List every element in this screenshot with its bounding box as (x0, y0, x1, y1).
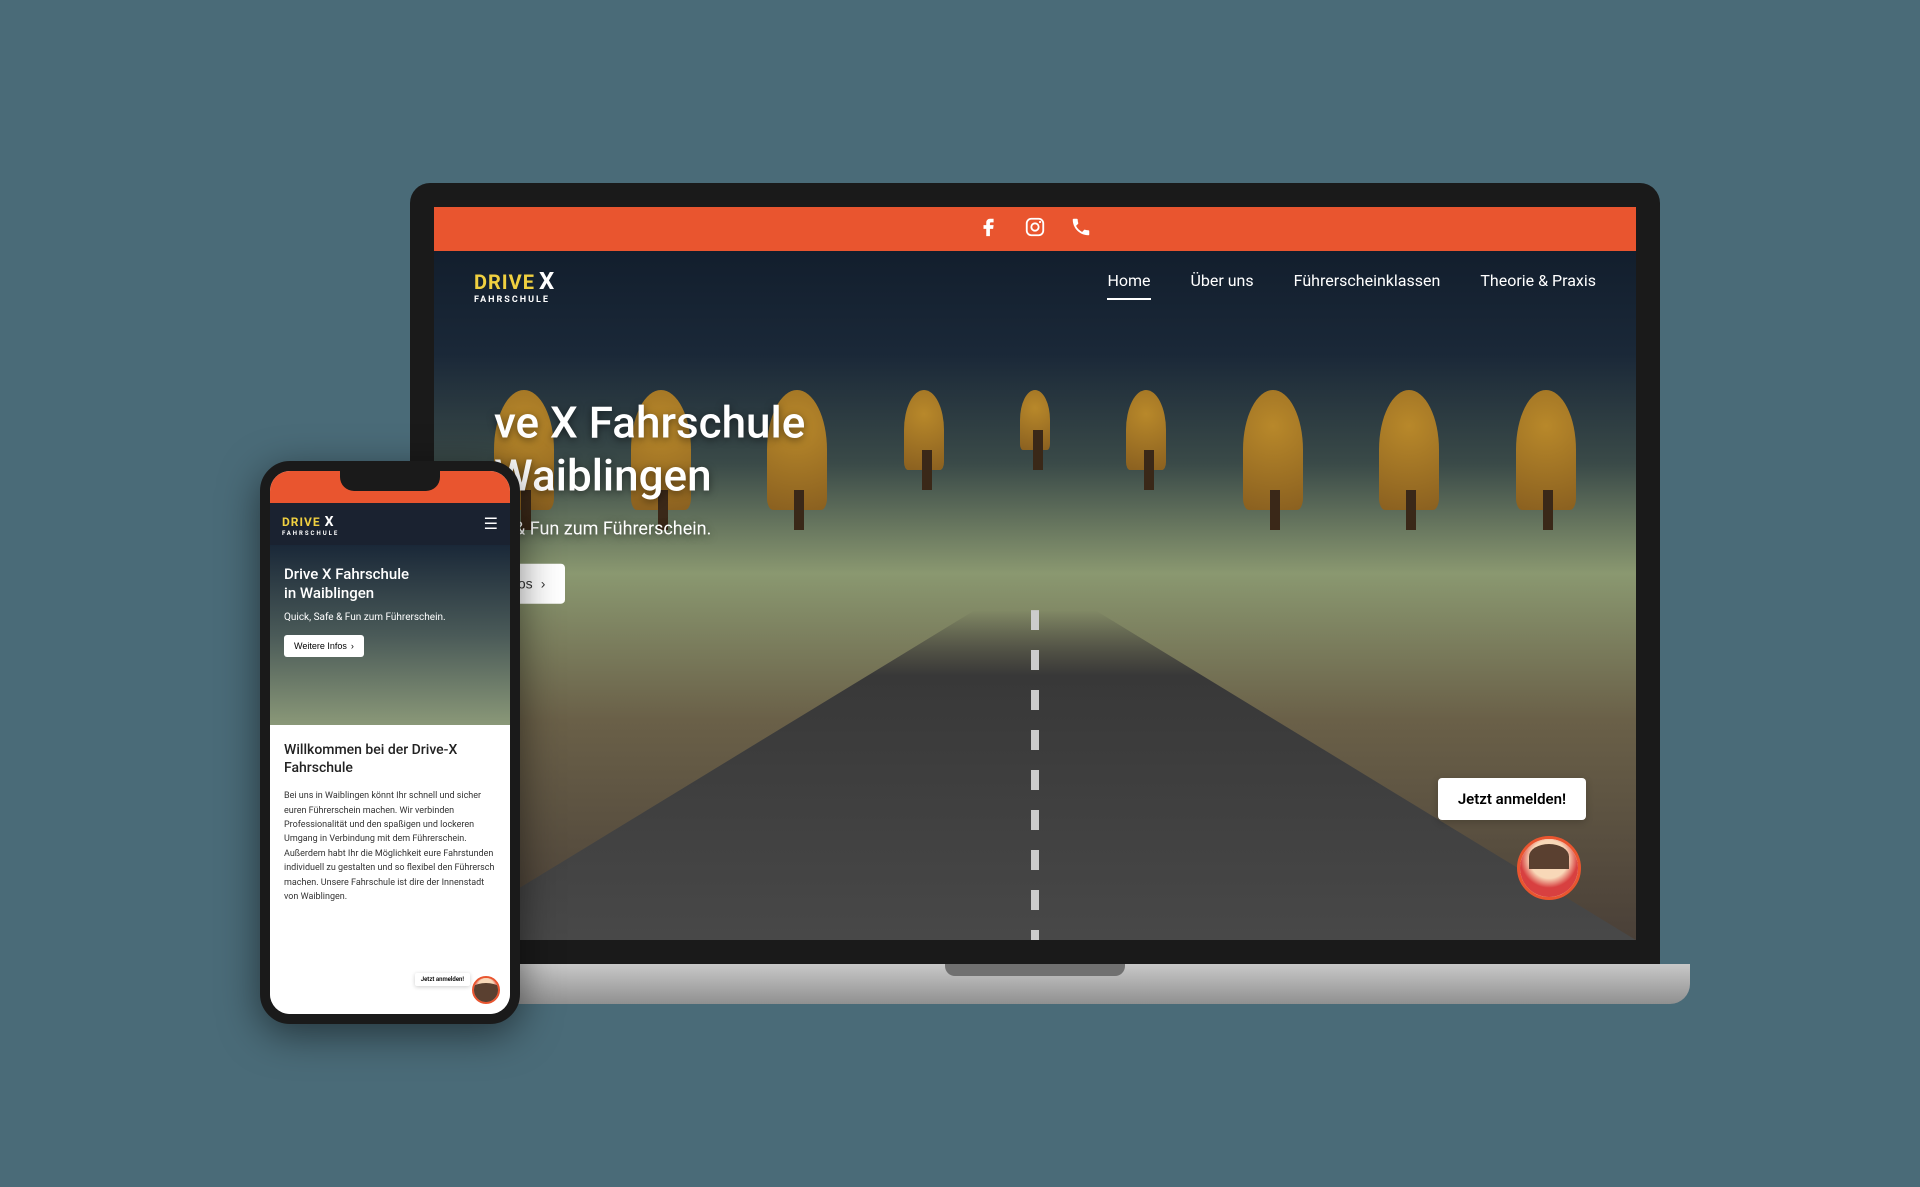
chevron-right-icon: › (541, 575, 546, 591)
chat-bubble[interactable]: Jetzt anmelden! (1438, 778, 1586, 820)
mobile-website: DRIVE X FAHRSCHULE ☰ Drive X Fahrschule i… (270, 471, 510, 1014)
mobile-welcome-section: Willkommen bei der Drive-X Fahrschule Be… (270, 725, 510, 1014)
nav-links: Home Über uns Führerscheinklassen Theori… (1107, 271, 1596, 300)
mobile-hero-title-line2: in Waiblingen (284, 584, 374, 602)
chat-avatar-icon[interactable] (1517, 836, 1581, 900)
hero-title: ve X Fahrschule Waiblingen (494, 397, 805, 503)
logo[interactable]: DRIVEX FAHRSCHULE (474, 267, 554, 305)
hero-subtitle: fe & Fun zum Führerschein. (494, 518, 805, 539)
chevron-right-icon: › (351, 641, 354, 651)
mobile-chat-avatar-icon[interactable] (472, 976, 500, 1004)
mobile-chat-bubble[interactable]: Jetzt anmelden! (415, 973, 470, 986)
logo-text-primary: DRIVE (282, 515, 321, 529)
nav-item-theory[interactable]: Theorie & Praxis (1480, 271, 1596, 300)
nav-item-about[interactable]: Über uns (1191, 271, 1254, 300)
mobile-hero: Drive X Fahrschule in Waiblingen Quick, … (270, 545, 510, 725)
phone-mockup: DRIVE X FAHRSCHULE ☰ Drive X Fahrschule i… (260, 461, 520, 1024)
phone-screen: DRIVE X FAHRSCHULE ☰ Drive X Fahrschule i… (260, 461, 520, 1024)
logo-text-primary: DRIVE (474, 270, 535, 294)
laptop-screen: DRIVEX FAHRSCHULE Home Über uns Führersc… (410, 183, 1660, 964)
phone-icon[interactable] (1070, 216, 1092, 242)
main-nav: DRIVEX FAHRSCHULE Home Über uns Führersc… (434, 251, 1636, 321)
logo-text-sub: FAHRSCHULE (474, 295, 554, 305)
mobile-hero-cta-button[interactable]: Weitere Infos › (284, 635, 364, 657)
mobile-hero-title: Drive X Fahrschule in Waiblingen (284, 565, 496, 604)
hero-content: ve X Fahrschule Waiblingen fe & Fun zum … (494, 397, 805, 604)
instagram-icon[interactable] (1024, 216, 1046, 242)
mobile-hero-subtitle: Quick, Safe & Fun zum Führerschein. (284, 612, 496, 623)
nav-item-home[interactable]: Home (1107, 271, 1150, 300)
mobile-logo[interactable]: DRIVE X FAHRSCHULE (282, 511, 339, 537)
mobile-welcome-body: Bei uns in Waiblingen könnt Ihr schnell … (284, 789, 496, 904)
nav-item-licenses[interactable]: Führerscheinklassen (1294, 271, 1441, 300)
desktop-website: DRIVEX FAHRSCHULE Home Über uns Führersc… (434, 207, 1636, 940)
logo-text-sub: FAHRSCHULE (282, 530, 339, 537)
hero-title-line2: Waiblingen (494, 450, 712, 502)
social-top-bar (434, 207, 1636, 251)
hamburger-menu-icon[interactable]: ☰ (484, 514, 498, 533)
logo-text-accent: X (325, 514, 334, 530)
facebook-icon[interactable] (978, 216, 1000, 242)
mobile-hero-title-line1: Drive X Fahrschule (284, 565, 409, 583)
laptop-mockup: DRIVEX FAHRSCHULE Home Über uns Führersc… (410, 183, 1660, 1004)
laptop-base (380, 964, 1690, 1004)
mobile-nav: DRIVE X FAHRSCHULE ☰ (270, 503, 510, 545)
hero-title-line1: ve X Fahrschule (494, 397, 805, 449)
logo-text-accent: X (539, 267, 554, 295)
mobile-cta-label: Weitere Infos (294, 641, 347, 651)
mobile-welcome-heading: Willkommen bei der Drive-X Fahrschule (284, 741, 496, 777)
